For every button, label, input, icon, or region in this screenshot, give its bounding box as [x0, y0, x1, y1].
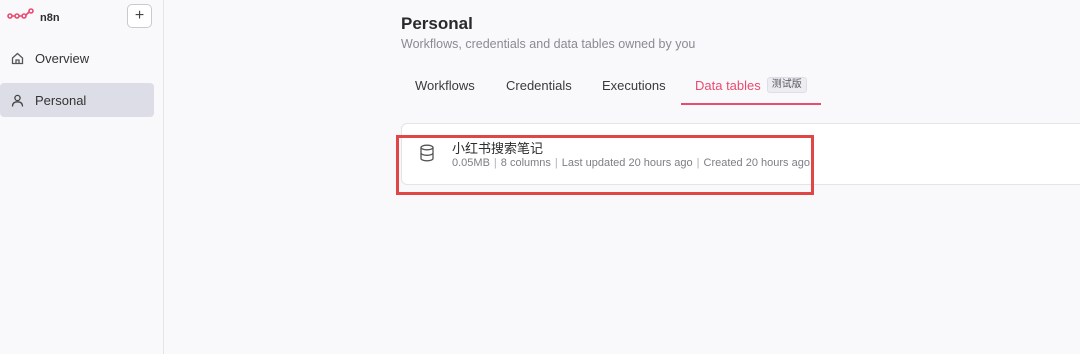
tab-label: Executions	[602, 78, 666, 93]
page-title: Personal	[401, 14, 473, 33]
sidebar-item-label: Personal	[35, 92, 87, 108]
sidebar-item-personal[interactable]: Personal	[0, 83, 154, 117]
page-subtitle: Workflows, credentials and data tables o…	[401, 37, 696, 51]
add-button[interactable]: +	[127, 4, 152, 28]
annotation-highlight-box	[396, 135, 814, 195]
tab-data-tables[interactable]: Data tables 测试版	[695, 77, 807, 104]
n8n-logo-icon	[7, 8, 35, 27]
tab-label: Data tables	[695, 78, 761, 93]
active-tab-indicator	[681, 103, 821, 105]
tab-executions[interactable]: Executions	[602, 78, 666, 104]
home-icon	[10, 51, 24, 65]
sidebar: n8n + Overview Personal	[0, 0, 164, 354]
tab-label: Credentials	[506, 78, 572, 93]
tab-label: Workflows	[415, 78, 475, 93]
sidebar-item-label: Overview	[35, 50, 90, 66]
tab-credentials[interactable]: Credentials	[506, 78, 572, 104]
beta-badge: 测试版	[766, 77, 807, 93]
user-icon	[10, 93, 24, 107]
app-logo[interactable]: n8n	[7, 8, 60, 27]
sidebar-item-overview[interactable]: Overview	[0, 41, 154, 75]
app-name: n8n	[40, 11, 60, 24]
tab-workflows[interactable]: Workflows	[415, 78, 475, 104]
